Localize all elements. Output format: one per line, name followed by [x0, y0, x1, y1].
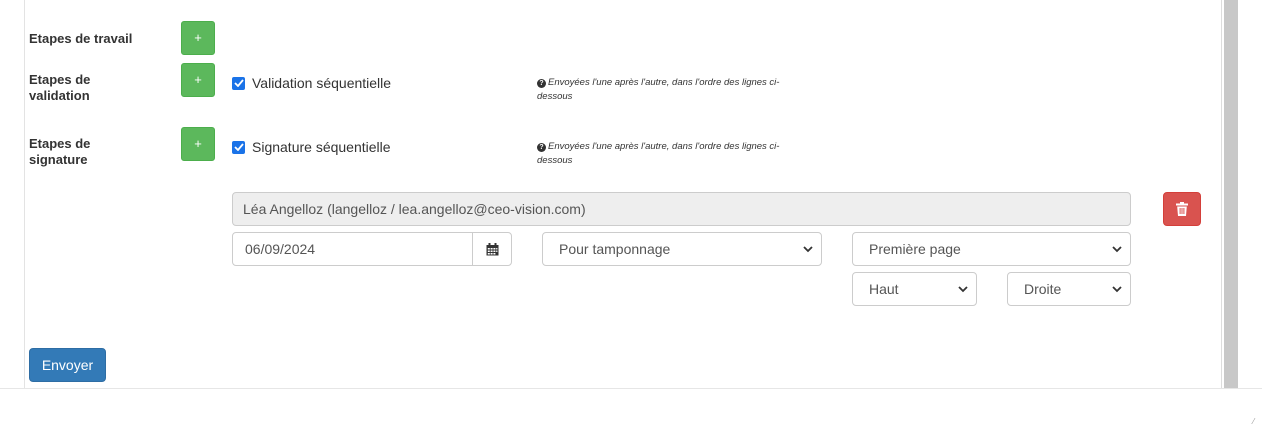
signature-sequential-option[interactable]: Signature séquentielle — [232, 139, 391, 155]
signature-sequential-checkbox[interactable] — [232, 140, 245, 154]
validation-sequential-checkbox[interactable] — [232, 76, 245, 90]
question-circle-icon: ? — [537, 143, 546, 152]
add-work-step-button[interactable]: + — [181, 21, 215, 55]
panel-border — [24, 0, 25, 388]
work-steps-label: Etapes de travail — [29, 31, 133, 46]
question-circle-icon: ? — [537, 79, 546, 88]
add-signature-step-button[interactable]: + — [181, 127, 215, 161]
signature-help-text: ? Envoyées l'une après l'autre, dans l'or… — [537, 140, 807, 168]
chevron-down-icon — [1112, 286, 1122, 293]
signature-steps-label: Etapes de signature — [29, 136, 91, 167]
horizontal-position-value: Droite — [1024, 281, 1062, 297]
chevron-down-icon — [1112, 246, 1122, 253]
validation-sequential-option[interactable]: Validation séquentielle — [232, 75, 391, 91]
validation-sequential-label[interactable]: Validation séquentielle — [252, 75, 391, 91]
page-select[interactable]: Première page — [852, 232, 1131, 266]
delete-signer-button[interactable] — [1163, 192, 1201, 226]
trash-icon — [1176, 202, 1188, 216]
signer-name-field: Léa Angelloz (langelloz / lea.angelloz@c… — [232, 192, 1131, 226]
calendar-icon — [486, 242, 498, 255]
date-picker-button[interactable] — [472, 233, 511, 265]
page-value: Première page — [869, 241, 961, 257]
vertical-position-select[interactable]: Haut — [852, 272, 977, 306]
divider — [0, 388, 1262, 389]
validation-steps-label: Etapes de validation — [29, 72, 91, 103]
chevron-down-icon — [958, 286, 968, 293]
signature-date-picker[interactable]: 06/09/2024 — [232, 232, 512, 266]
signature-help-label: Envoyées l'une après l'autre, dans l'ord… — [537, 141, 780, 166]
date-input[interactable]: 06/09/2024 — [233, 233, 472, 265]
chevron-down-icon — [803, 246, 813, 253]
validation-help-text: ? Envoyées l'une après l'autre, dans l'or… — [537, 76, 807, 104]
signature-sequential-label[interactable]: Signature séquentielle — [252, 139, 391, 155]
signature-type-select[interactable]: Pour tamponnage — [542, 232, 822, 266]
signature-type-value: Pour tamponnage — [559, 241, 671, 257]
horizontal-position-select[interactable]: Droite — [1007, 272, 1131, 306]
scrollbar[interactable] — [1224, 0, 1238, 388]
send-button[interactable]: Envoyer — [29, 348, 106, 382]
validation-help-label: Envoyées l'une après l'autre, dans l'ord… — [537, 77, 780, 102]
add-validation-step-button[interactable]: + — [181, 63, 215, 97]
resize-handle-icon[interactable]: ⁄ — [1253, 418, 1260, 426]
vertical-position-value: Haut — [869, 281, 899, 297]
